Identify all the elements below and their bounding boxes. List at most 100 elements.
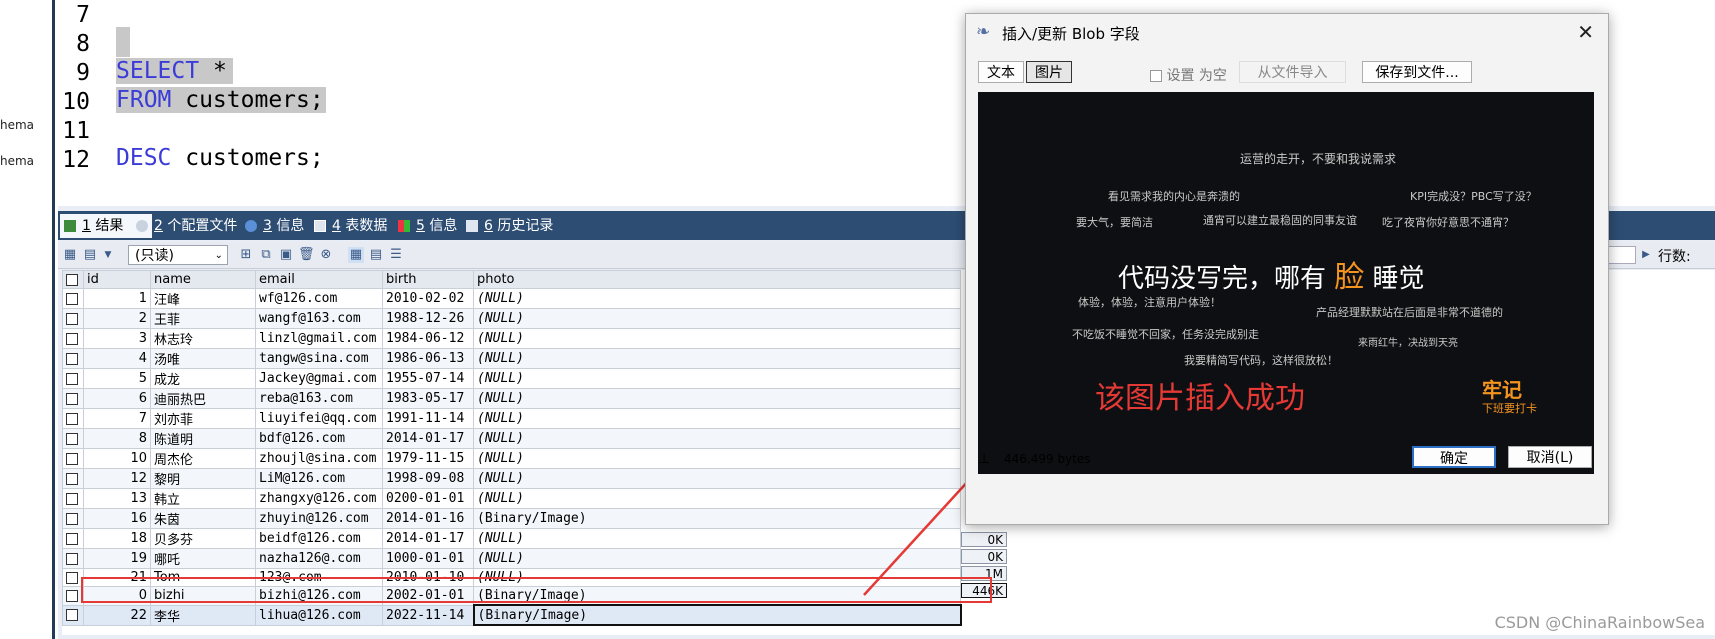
checkbox[interactable] (66, 332, 78, 345)
sql-editor[interactable]: 7 8 9 SELECT * 10 FROM customers; 11 12 … (58, 0, 968, 206)
cell-birth[interactable]: 1988-12-26 (382, 308, 474, 329)
cell-birth[interactable]: 2014-01-17 (382, 528, 474, 549)
cell-id[interactable]: 10 (83, 448, 151, 469)
code-line-from[interactable]: FROM customers; (116, 87, 326, 113)
cell-birth[interactable]: 1955-07-14 (382, 368, 474, 389)
form-view-icon[interactable]: ▤ (368, 247, 384, 263)
cell-name[interactable]: 周杰伦 (150, 448, 256, 469)
row-select-cell[interactable] (62, 508, 84, 529)
cell-id[interactable]: 16 (83, 508, 151, 529)
col-header[interactable]: id (83, 270, 151, 289)
checkbox[interactable] (66, 609, 78, 621)
delete-icon[interactable]: 🗑 (298, 247, 315, 263)
cell-name[interactable]: 林志玲 (150, 328, 256, 349)
cell-birth[interactable]: 1986-06-13 (382, 348, 474, 369)
cancel-button[interactable]: 取消(L) (1508, 446, 1592, 468)
cell-id[interactable]: 13 (83, 488, 151, 509)
table-row[interactable]: 1 汪峰 wf@126.com 2010-02-02 (NULL) (62, 288, 961, 309)
cell-birth[interactable]: 1984-06-12 (382, 328, 474, 349)
cell-email[interactable]: bdf@126.com (255, 428, 383, 449)
schema-item[interactable]: hema (0, 154, 34, 168)
table-row[interactable]: 19 哪吒 nazha126@.com 1000-01-01 (NULL) (62, 548, 961, 569)
select-all-cell[interactable] (62, 270, 84, 289)
cell-email[interactable]: LiM@126.com (255, 468, 383, 489)
checkbox[interactable] (66, 392, 78, 405)
cell-email[interactable]: beidf@126.com (255, 528, 383, 549)
cell-id[interactable]: 22 (83, 604, 151, 626)
table-row[interactable]: 6 迪丽热巴 reba@163.com 1983-05-17 (NULL) (62, 388, 961, 409)
next-page-icon[interactable]: ▶ (1638, 247, 1654, 263)
checkbox[interactable] (66, 552, 78, 565)
import-icon[interactable]: ▤ (82, 247, 98, 263)
checkbox[interactable] (66, 432, 78, 445)
cell-photo[interactable]: (Binary/Image) (472, 604, 962, 626)
tab-history[interactable]: 6 历史记录 (462, 214, 553, 238)
close-icon[interactable]: ✕ (1577, 20, 1594, 44)
checkbox[interactable] (1150, 70, 1162, 82)
row-select-cell[interactable] (62, 408, 84, 429)
cell-email[interactable]: lihua@126.com (255, 604, 383, 626)
cell-id[interactable]: 6 (83, 388, 151, 409)
schema-item[interactable]: hema (0, 118, 34, 132)
ok-button[interactable]: 确定 (1412, 446, 1496, 468)
cell-birth[interactable]: 1998-09-08 (382, 468, 474, 489)
checkbox[interactable] (66, 512, 78, 525)
checkbox[interactable] (66, 292, 78, 305)
checkbox[interactable] (66, 273, 78, 286)
col-header[interactable]: photo (473, 270, 961, 289)
cell-id[interactable]: 7 (83, 408, 151, 429)
cell-id[interactable]: 8 (83, 428, 151, 449)
table-row[interactable]: 4 汤唯 tangw@sina.com 1986-06-13 (NULL) (62, 348, 961, 369)
cell-id[interactable]: 5 (83, 368, 151, 389)
add-row-icon[interactable]: ⊞ (238, 247, 254, 263)
table-row[interactable]: 18 贝多芬 beidf@126.com 2014-01-17 (NULL) (62, 528, 961, 549)
export-icon[interactable]: ▦ (62, 247, 78, 263)
cell-birth[interactable]: 1991-11-14 (382, 408, 474, 429)
row-select-cell[interactable] (62, 308, 84, 329)
checkbox[interactable] (66, 352, 78, 365)
import-file-button[interactable]: 从文件导入 (1239, 61, 1346, 83)
cell-name[interactable]: 陈道明 (150, 428, 256, 449)
table-row[interactable]: 8 陈道明 bdf@126.com 2014-01-17 (NULL) (62, 428, 961, 449)
row-select-cell[interactable] (62, 428, 84, 449)
cell-id[interactable]: 19 (83, 548, 151, 569)
table-row[interactable]: 7 刘亦菲 liuyifei@qq.com 1991-11-14 (NULL) (62, 408, 961, 429)
save-file-button[interactable]: 保存到文件... (1362, 61, 1472, 83)
row-select-cell[interactable] (62, 468, 84, 489)
cell-id[interactable]: 4 (83, 348, 151, 369)
cell-id[interactable]: 12 (83, 468, 151, 489)
cell-name[interactable]: 汤唯 (150, 348, 256, 369)
cell-email[interactable]: linzl@gmail.com (255, 328, 383, 349)
cell-email[interactable]: wf@126.com (255, 288, 383, 309)
row-select-cell[interactable] (62, 348, 84, 369)
cell-photo[interactable]: (NULL) (473, 348, 961, 369)
cancel-icon[interactable]: ⊗ (318, 247, 334, 263)
readonly-select[interactable]: (只读) ⌄ (128, 245, 228, 265)
checkbox[interactable] (66, 372, 78, 385)
tab-table-data[interactable]: 4 表数据 (310, 214, 387, 238)
tab-info-2[interactable]: 5 信息 (394, 214, 457, 238)
row-select-cell[interactable] (62, 488, 84, 509)
checkbox[interactable] (66, 492, 78, 505)
table-row[interactable]: 13 韩立 zhangxy@126.com 0200-01-01 (NULL) (62, 488, 961, 509)
checkbox[interactable] (66, 312, 78, 325)
cell-id[interactable]: 18 (83, 528, 151, 549)
checkbox[interactable] (66, 412, 78, 425)
row-select-cell[interactable] (62, 328, 84, 349)
cell-email[interactable]: liuyifei@qq.com (255, 408, 383, 429)
cell-photo[interactable]: (NULL) (473, 308, 961, 329)
cell-birth[interactable]: 1000-01-01 (382, 548, 474, 569)
cell-email[interactable]: wangf@163.com (255, 308, 383, 329)
cell-name[interactable]: 朱茵 (150, 508, 256, 529)
table-row[interactable]: 10 周杰伦 zhoujl@sina.com 1979-11-15 (NULL) (62, 448, 961, 469)
cell-email[interactable]: zhuyin@126.com (255, 508, 383, 529)
cell-email[interactable]: nazha126@.com (255, 548, 383, 569)
col-header[interactable]: birth (382, 270, 474, 289)
cell-birth[interactable]: 1979-11-15 (382, 448, 474, 469)
cell-birth[interactable]: 0200-01-01 (382, 488, 474, 509)
checkbox[interactable] (66, 452, 78, 465)
col-header[interactable]: name (150, 270, 256, 289)
table-row[interactable]: 16 朱茵 zhuyin@126.com 2014-01-16 (Binary/Imag… (62, 508, 961, 529)
cell-name[interactable]: 汪峰 (150, 288, 256, 309)
cell-birth[interactable]: 1983-05-17 (382, 388, 474, 409)
